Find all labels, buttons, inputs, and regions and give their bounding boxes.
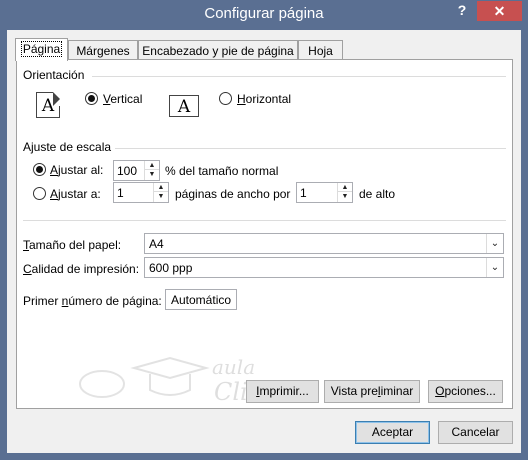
- tab-panel-pagina: Orientación A Vertical A Horizontal Ajus…: [16, 59, 513, 409]
- spin-down-icon[interactable]: ▼: [154, 192, 168, 201]
- print-preview-button[interactable]: Vista preliminar: [324, 380, 420, 403]
- adjust-to-radio[interactable]: [33, 163, 46, 176]
- fit-to-radio[interactable]: [33, 187, 46, 200]
- dialog-body: Página Márgenes Encabezado y pie de pági…: [7, 30, 521, 453]
- landscape-page-icon: A: [169, 95, 199, 117]
- chevron-down-icon[interactable]: ⌄: [486, 234, 503, 253]
- tab-margenes-label: Márgenes: [76, 44, 130, 58]
- title-bar[interactable]: Configurar página ? ✕: [0, 0, 528, 30]
- dialog-window: Configurar página ? ✕ Página Márgenes En…: [0, 0, 528, 460]
- print-button[interactable]: Imprimir...: [246, 380, 319, 403]
- tab-pagina-label: Página: [20, 41, 63, 57]
- orientation-separator: [92, 76, 506, 77]
- fit-to-label[interactable]: Ajustar a:: [50, 187, 101, 201]
- pages-wide-value: 1: [117, 186, 124, 200]
- spin-up-icon[interactable]: ▲: [338, 183, 352, 192]
- spin-down-icon[interactable]: ▼: [338, 192, 352, 201]
- aulaclic-watermark: aula Clic: [79, 355, 261, 406]
- scale-percent-stepper[interactable]: 100 ▲ ▼: [113, 160, 160, 181]
- landscape-label[interactable]: Horizontal: [237, 92, 291, 106]
- first-page-number-input[interactable]: Automático: [165, 289, 237, 310]
- pages-wide-stepper[interactable]: 1 ▲ ▼: [113, 182, 169, 203]
- pages-tall-value: 1: [300, 186, 307, 200]
- first-page-number-label: Primer número de página:: [23, 294, 162, 308]
- pages-tall-suffix: de alto: [359, 187, 396, 201]
- portrait-radio[interactable]: [85, 92, 98, 105]
- options-button[interactable]: Opciones...: [428, 380, 503, 403]
- landscape-radio[interactable]: [219, 92, 232, 105]
- scaling-heading: Ajuste de escala: [23, 140, 112, 154]
- print-quality-select[interactable]: 600 ppp ⌄: [144, 257, 504, 278]
- spin-up-icon[interactable]: ▲: [154, 183, 168, 192]
- tab-hoja-label: Hoja: [308, 44, 333, 58]
- scaling-separator: [115, 148, 506, 149]
- orientation-heading: Orientación: [23, 68, 85, 82]
- scale-percent-suffix: % del tamaño normal: [165, 164, 279, 178]
- tab-pagina[interactable]: Página: [15, 38, 68, 61]
- print-quality-label: Calidad de impresión:: [23, 262, 140, 276]
- cancel-button[interactable]: Cancelar: [438, 421, 513, 444]
- paper-size-label: Tamaño del papel:: [23, 238, 122, 252]
- help-icon[interactable]: ?: [455, 2, 469, 18]
- window-title: Configurar página: [204, 5, 324, 22]
- section-separator: [23, 220, 506, 221]
- paper-size-value: A4: [149, 237, 164, 251]
- paper-size-select[interactable]: A4 ⌄: [144, 233, 504, 254]
- print-quality-value: 600 ppp: [149, 261, 193, 275]
- close-button[interactable]: ✕: [477, 1, 522, 21]
- scale-percent-value: 100: [117, 164, 138, 178]
- pages-tall-stepper[interactable]: 1 ▲ ▼: [296, 182, 353, 203]
- chevron-down-icon[interactable]: ⌄: [486, 258, 503, 277]
- spin-down-icon[interactable]: ▼: [145, 170, 159, 179]
- portrait-label[interactable]: Vertical: [103, 92, 142, 106]
- tab-encabezado-label: Encabezado y pie de página: [142, 44, 294, 58]
- accept-button[interactable]: Aceptar: [355, 421, 430, 444]
- pages-wide-text: páginas de ancho por: [175, 187, 291, 201]
- svg-text:aula: aula: [212, 355, 255, 379]
- adjust-to-label[interactable]: Ajustar al:: [50, 163, 103, 177]
- portrait-page-icon: A: [36, 92, 60, 118]
- spin-up-icon[interactable]: ▲: [145, 161, 159, 170]
